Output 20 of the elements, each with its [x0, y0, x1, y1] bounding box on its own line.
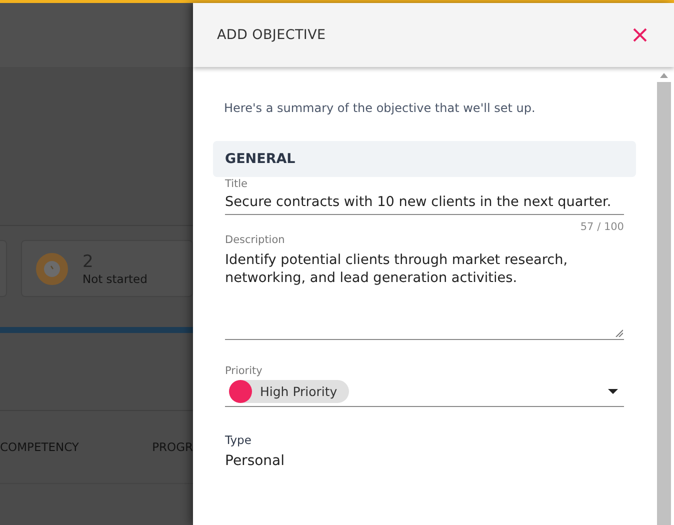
stat-label: Not started	[82, 272, 148, 286]
close-button[interactable]	[632, 27, 648, 43]
clock-icon	[36, 252, 68, 284]
field-label: Priority	[225, 364, 264, 378]
type-value: Personal	[225, 453, 286, 469]
title-input[interactable]: Secure contracts with 10 new clients in the next quarter.	[225, 191, 624, 215]
priority-dropdown[interactable]: High Priority	[225, 378, 624, 407]
description-textarea[interactable]: Identify potential clients through market research, networking, and lead generation activities.	[225, 247, 624, 340]
field-label: Description	[225, 233, 286, 247]
scroll-up-icon[interactable]	[660, 73, 668, 78]
dropdown-caret-icon	[608, 389, 618, 394]
scrollbar-thumb[interactable]	[657, 82, 671, 525]
character-counter: 57 / 100	[579, 221, 624, 233]
panel-title: ADD OBJECTIVE	[217, 27, 326, 43]
summary-text: Here's a summary of the objective that we'll set up.	[224, 101, 536, 115]
field-label: Title	[225, 177, 249, 191]
section-header: GENERAL	[213, 141, 636, 177]
resize-handle-icon[interactable]	[615, 329, 623, 337]
field-label: Type	[225, 433, 252, 447]
priority-chip-label: High Priority	[260, 384, 338, 399]
